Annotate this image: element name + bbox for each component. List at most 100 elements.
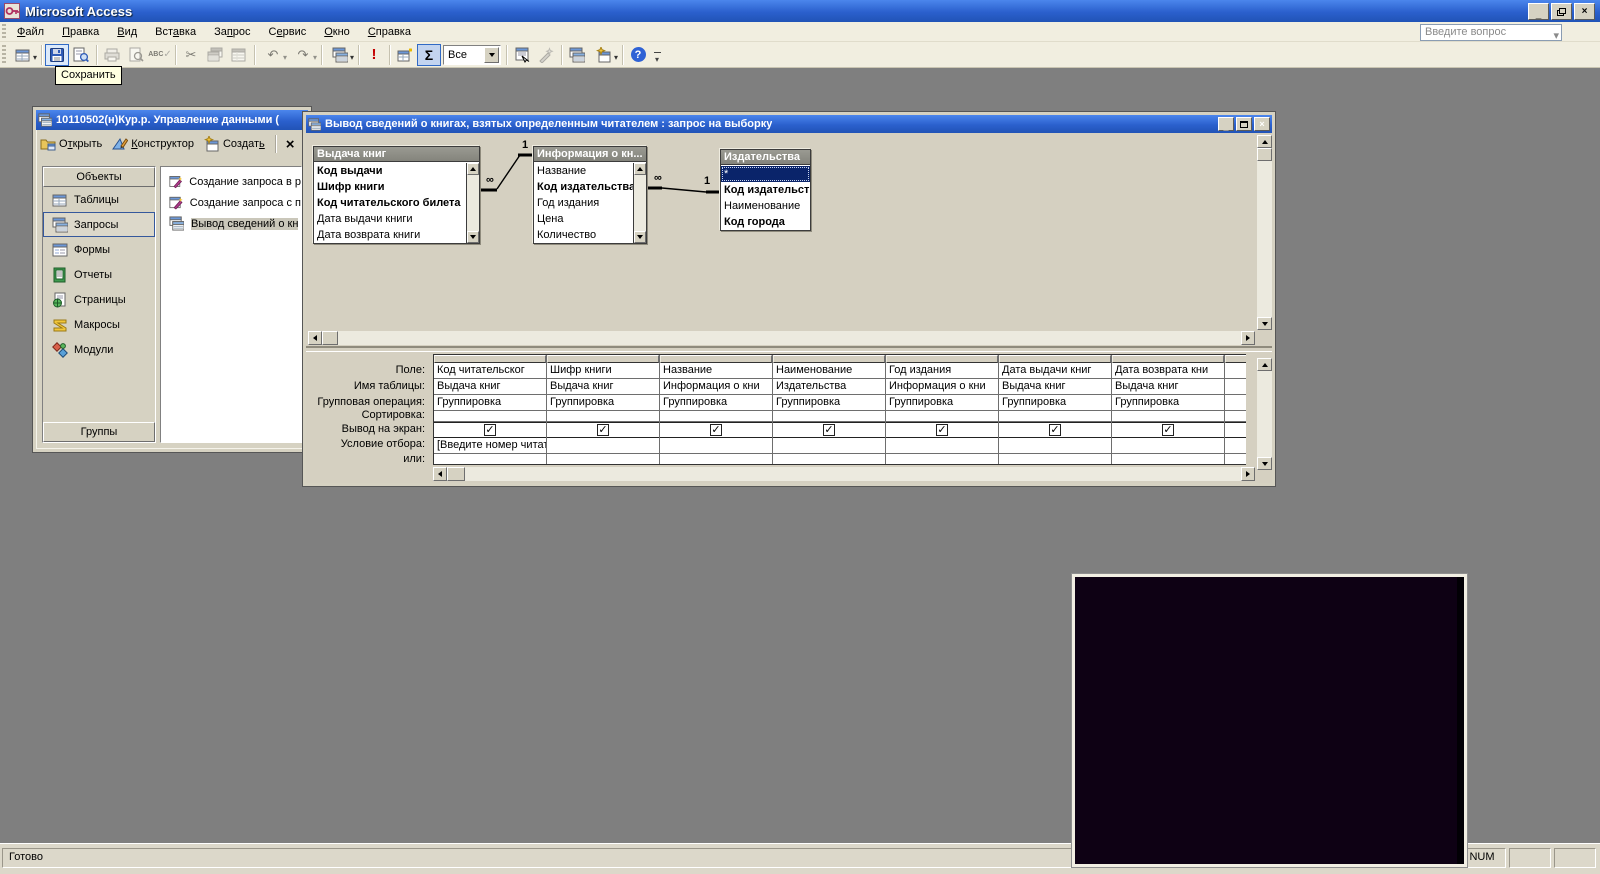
sidebar-item-reports[interactable]: Отчеты xyxy=(43,262,155,287)
create-button[interactable]: Создать xyxy=(204,136,265,152)
top-values-combo[interactable]: Все xyxy=(443,44,501,65)
design-button[interactable]: Конструктор xyxy=(112,136,194,152)
cut-button[interactable]: ✂ xyxy=(179,44,203,66)
show-checkbox[interactable]: ✓ xyxy=(1162,424,1174,436)
total-cell[interactable]: Группировка xyxy=(886,395,998,411)
total-cell[interactable]: Группировка xyxy=(773,395,885,411)
field-row[interactable]: Код читательского билета xyxy=(314,195,466,211)
objects-header-button[interactable]: Объекты xyxy=(43,167,155,187)
field-row[interactable]: Код города xyxy=(721,214,810,230)
sort-cell[interactable] xyxy=(547,411,659,422)
column-selector[interactable] xyxy=(1225,355,1246,363)
print-button[interactable] xyxy=(100,44,124,66)
chevron-down-icon[interactable]: ▾ xyxy=(614,53,618,62)
field-row[interactable]: Количество xyxy=(534,227,633,243)
menu-view[interactable]: Вид xyxy=(108,22,146,42)
scrollbar-thumb[interactable] xyxy=(1257,148,1272,161)
criteria-cell[interactable] xyxy=(547,438,659,454)
delete-button[interactable]: × xyxy=(286,137,295,152)
menu-insert[interactable]: Вставка xyxy=(146,22,205,42)
field-list-title[interactable]: Информация о кн... xyxy=(534,147,646,162)
show-table-button[interactable] xyxy=(393,44,417,66)
total-cell[interactable]: Группировка xyxy=(434,395,546,411)
sort-cell[interactable] xyxy=(886,411,998,422)
print-preview-button[interactable] xyxy=(124,44,148,66)
scroll-left-button[interactable] xyxy=(308,331,322,345)
field-list-informacia-o-knige[interactable]: Информация о кн... Название Код издатель… xyxy=(533,146,647,244)
scroll-right-button[interactable] xyxy=(1241,467,1255,481)
column-selector[interactable] xyxy=(999,355,1111,363)
or-cell[interactable] xyxy=(1225,454,1246,464)
field-row[interactable]: Код выдачи xyxy=(314,163,466,179)
menu-edit[interactable]: Правка xyxy=(53,22,108,42)
grid-vertical-scrollbar[interactable] xyxy=(1257,358,1272,470)
grid-horizontal-scrollbar[interactable] xyxy=(433,467,1255,481)
field-cell[interactable]: Дата выдачи книг xyxy=(999,363,1111,379)
sidebar-item-macros[interactable]: Макросы xyxy=(43,312,155,337)
field-row[interactable]: Дата выдачи книги xyxy=(314,211,466,227)
column-selector[interactable] xyxy=(773,355,885,363)
table-cell[interactable]: Издательства xyxy=(773,379,885,395)
total-cell[interactable] xyxy=(1225,395,1246,411)
field-list-izdatelstva[interactable]: Издательства * Код издательст Наименован… xyxy=(720,149,811,231)
table-cell[interactable]: Выдача книг xyxy=(999,379,1111,395)
show-checkbox[interactable]: ✓ xyxy=(823,424,835,436)
table-cell[interactable]: Информация о кни xyxy=(886,379,998,395)
undo-button[interactable]: ↶ ▾ xyxy=(258,44,288,66)
chevron-down-icon[interactable]: ▾ xyxy=(1553,29,1559,42)
file-search-button[interactable] xyxy=(69,44,93,66)
menu-file[interactable]: Файл xyxy=(8,22,53,42)
sort-cell[interactable] xyxy=(660,411,772,422)
sort-cell[interactable] xyxy=(773,411,885,422)
scroll-up-button[interactable] xyxy=(634,163,646,175)
show-checkbox[interactable]: ✓ xyxy=(1049,424,1061,436)
scroll-up-button[interactable] xyxy=(1257,358,1272,371)
field-list-scrollbar[interactable] xyxy=(633,163,646,243)
sidebar-item-tables[interactable]: Таблицы xyxy=(43,187,155,212)
scrollbar-thumb[interactable] xyxy=(447,467,465,481)
criteria-cell[interactable] xyxy=(773,438,885,454)
chevron-down-icon[interactable]: ▾ xyxy=(283,53,287,62)
scroll-up-button[interactable] xyxy=(1257,135,1272,148)
new-object-button[interactable]: ▾ xyxy=(589,44,619,66)
build-button[interactable] xyxy=(534,44,558,66)
field-row[interactable]: Код издательст xyxy=(721,182,810,198)
menu-tools[interactable]: Сервис xyxy=(260,22,316,42)
field-row[interactable]: Цена xyxy=(534,211,633,227)
criteria-cell[interactable] xyxy=(999,438,1111,454)
toolbar-options-button[interactable]: ▾ xyxy=(650,44,664,66)
field-cell[interactable] xyxy=(1225,363,1246,379)
scroll-down-button[interactable] xyxy=(467,231,479,243)
criteria-cell[interactable] xyxy=(660,438,772,454)
criteria-cell[interactable]: [Введите номер читат xyxy=(434,438,546,454)
maximize-button[interactable] xyxy=(1236,117,1252,131)
list-item[interactable]: Создание запроса в р xyxy=(161,171,301,192)
total-cell[interactable]: Группировка xyxy=(547,395,659,411)
view-button[interactable]: ▾ xyxy=(8,44,38,66)
redo-button[interactable]: ↷ ▾ xyxy=(288,44,318,66)
or-cell[interactable] xyxy=(999,454,1111,464)
list-item[interactable]: Создание запроса с п xyxy=(161,192,301,213)
toolbar-grip[interactable] xyxy=(2,44,6,65)
sort-cell[interactable] xyxy=(1112,411,1224,422)
diagram-vertical-scrollbar[interactable] xyxy=(1257,135,1272,330)
minimize-button[interactable]: _ xyxy=(1528,3,1549,20)
field-list-scrollbar[interactable] xyxy=(466,163,479,243)
scroll-right-button[interactable] xyxy=(1241,331,1255,345)
sidebar-item-queries[interactable]: Запросы xyxy=(43,212,155,237)
table-cell[interactable]: Выдача книг xyxy=(547,379,659,395)
table-cell[interactable]: Информация о кни xyxy=(660,379,772,395)
query-window-titlebar[interactable]: Вывод сведений о книгах, взятых определе… xyxy=(306,115,1272,133)
field-cell[interactable]: Код читательског xyxy=(434,363,546,379)
or-cell[interactable] xyxy=(886,454,998,464)
chevron-down-icon[interactable]: ▾ xyxy=(33,53,37,62)
menubar-grip[interactable] xyxy=(2,23,6,40)
help-button[interactable]: ? xyxy=(626,44,650,66)
scroll-down-button[interactable] xyxy=(1257,317,1272,330)
scroll-left-button[interactable] xyxy=(433,467,447,481)
chevron-down-icon[interactable] xyxy=(484,46,499,63)
sort-cell[interactable] xyxy=(999,411,1111,422)
menu-help[interactable]: Справка xyxy=(359,22,420,42)
field-list-title[interactable]: Издательства xyxy=(721,150,810,165)
diagram-horizontal-scrollbar[interactable] xyxy=(308,331,1255,345)
